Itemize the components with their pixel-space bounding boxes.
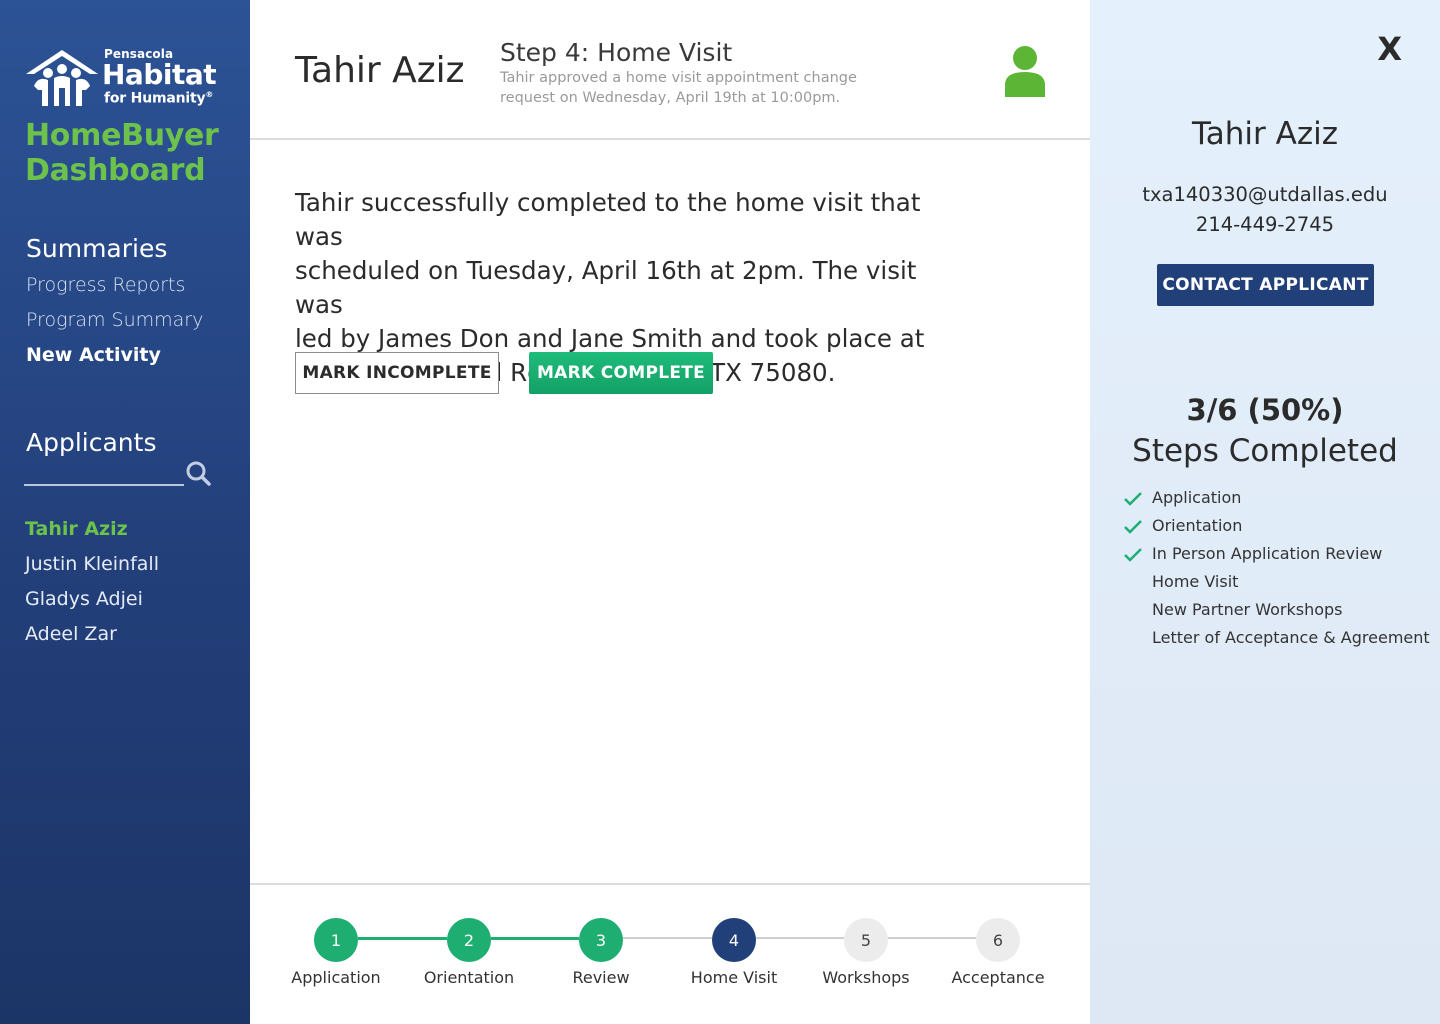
mark-incomplete-button[interactable]: MARK INCOMPLETE — [295, 352, 499, 394]
stepper-connector — [756, 937, 844, 939]
nav-program-summary[interactable]: Program Summary — [26, 309, 203, 331]
applicants-heading: Applicants — [26, 428, 157, 457]
step-5-label: Workshops — [822, 968, 910, 987]
nav-progress-reports[interactable]: Progress Reports — [26, 274, 185, 296]
step-4-label: Home Visit — [690, 968, 778, 987]
sidebar: Pensacola Habitat for Humanity® HomeBuye… — [0, 0, 250, 1024]
step-5-circle[interactable]: 5 — [844, 918, 888, 962]
applicant-search-input[interactable] — [24, 484, 184, 486]
stepper-connector — [491, 937, 579, 940]
check-icon — [1124, 520, 1142, 534]
logo-for-humanity: for Humanity® — [104, 90, 214, 107]
step-6-label: Acceptance — [951, 968, 1045, 987]
applicant-item-justin-kleinfall[interactable]: Justin Kleinfall — [25, 553, 159, 575]
checklist-item: Home Visit — [1152, 572, 1239, 591]
applicant-phone: 214-449-2745 — [1195, 213, 1335, 236]
checklist-item: Letter of Acceptance & Agreement — [1152, 628, 1430, 647]
checklist-item: Application — [1152, 488, 1242, 507]
stepper-connector — [358, 937, 447, 940]
step-2-label: Orientation — [423, 968, 515, 987]
mark-complete-button[interactable]: MARK COMPLETE — [529, 352, 713, 394]
step-4-circle[interactable]: 4 — [712, 918, 756, 962]
checklist-item: New Partner Workshops — [1152, 600, 1343, 619]
logo-habitat: Habitat — [102, 58, 217, 91]
steps-completed-title: Steps Completed — [1132, 433, 1398, 469]
step-title: Step 4: Home Visit — [500, 38, 733, 67]
steps-completed-count: 3/6 (50%) — [1186, 393, 1344, 427]
applicant-email: txa140330@utdallas.edu — [1142, 183, 1388, 206]
step-1-circle[interactable]: 1 — [314, 918, 358, 962]
contact-applicant-button[interactable]: CONTACT APPLICANT — [1157, 264, 1374, 306]
user-icon[interactable] — [1004, 45, 1046, 97]
step-3-circle[interactable]: 3 — [579, 918, 623, 962]
step-2-circle[interactable]: 2 — [447, 918, 491, 962]
dashboard-title: HomeBuyer Dashboard — [25, 118, 219, 188]
step-subtitle: Tahir approved a home visit appointment … — [500, 70, 857, 106]
main-content: Tahir Aziz Step 4: Home Visit Tahir appr… — [250, 0, 1090, 1024]
search-icon[interactable] — [185, 460, 211, 486]
habitat-house-icon — [26, 50, 98, 106]
applicant-name: Tahir Aziz — [295, 50, 465, 91]
stepper-connector — [623, 937, 712, 939]
close-icon[interactable]: X — [1377, 30, 1402, 68]
stepper-connector — [888, 937, 976, 939]
applicant-item-tahir-aziz[interactable]: Tahir Aziz — [25, 518, 128, 540]
checklist-item: In Person Application Review — [1152, 544, 1383, 563]
check-icon — [1124, 492, 1142, 506]
nav-new-activity[interactable]: New Activity — [26, 344, 161, 366]
detail-applicant-name: Tahir Aziz — [1191, 116, 1339, 152]
check-icon — [1124, 548, 1142, 562]
step-3-label: Review — [572, 968, 630, 987]
applicant-item-adeel-zar[interactable]: Adeel Zar — [25, 623, 117, 645]
step-6-circle[interactable]: 6 — [976, 918, 1020, 962]
activity-header: Tahir Aziz Step 4: Home Visit Tahir appr… — [250, 0, 1090, 140]
applicant-detail-panel: X Tahir Aziz txa140330@utdallas.edu 214-… — [1090, 0, 1440, 1024]
habitat-logo[interactable]: Pensacola Habitat for Humanity® — [24, 46, 217, 110]
summaries-heading: Summaries — [26, 234, 168, 263]
applicant-item-gladys-adjei[interactable]: Gladys Adjei — [25, 588, 143, 610]
progress-footer — [250, 883, 1090, 1024]
checklist-item: Orientation — [1152, 516, 1243, 535]
step-1-label: Application — [291, 968, 381, 987]
